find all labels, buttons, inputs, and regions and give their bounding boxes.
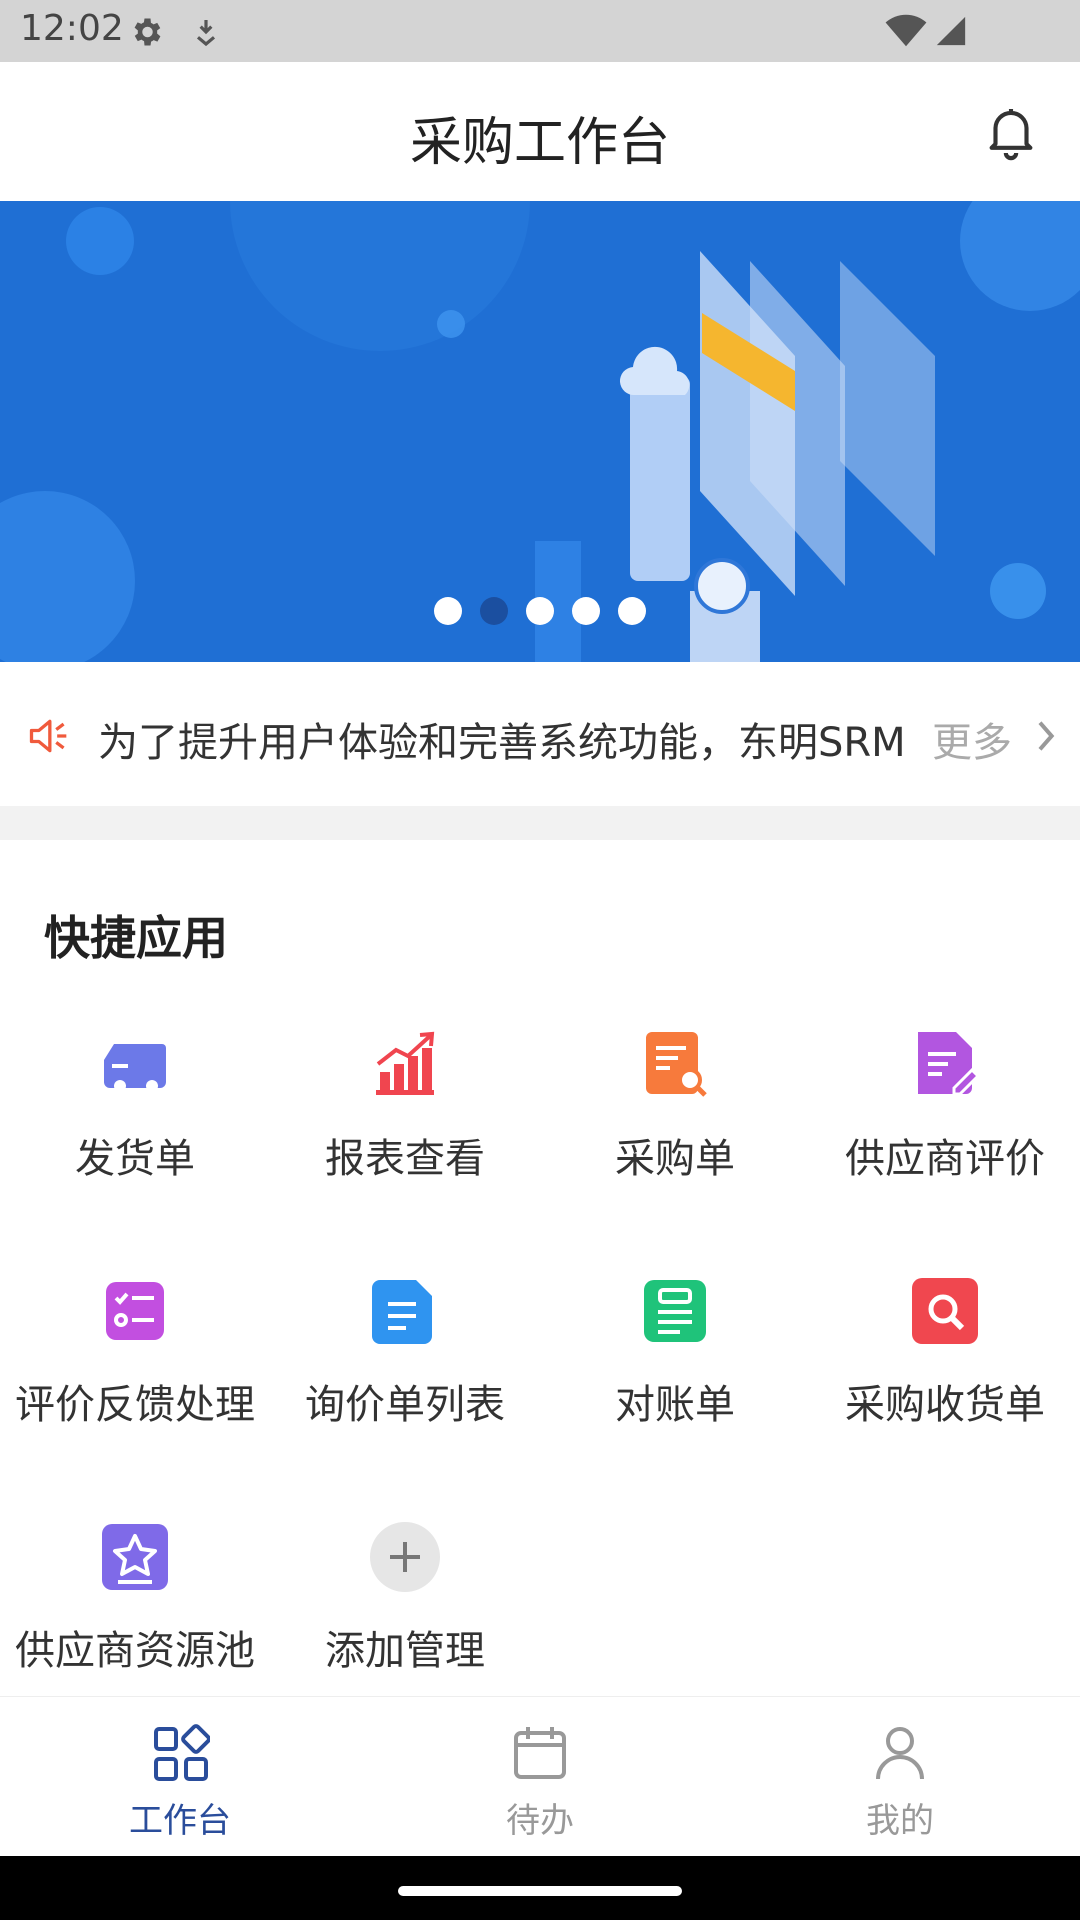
document-search-icon [646,1032,707,1097]
carousel-dot[interactable] [572,597,600,625]
cellular-signal-icon [936,16,966,46]
search-icon [912,1278,978,1344]
truck-icon [104,1044,166,1092]
star-badge-icon [102,1524,168,1590]
download-status-icon [196,20,216,47]
app-tile-label: 添加管理 [325,1628,485,1674]
calendar-icon [514,1727,566,1779]
app-tile-label: 采购单 [615,1136,735,1182]
app-tile-label: 评价反馈处理 [15,1382,255,1428]
status-bar: 12:02 [0,0,1080,62]
app-tile-statement[interactable]: 对账单 [540,1276,810,1456]
tab-todo[interactable]: 待办 [360,1697,720,1857]
app-tile-supplier-pool[interactable]: 供应商资源池 [0,1522,270,1702]
section-title: 快捷应用 [44,911,228,965]
app-tile-label: 报表查看 [325,1136,485,1182]
speaker-icon [29,719,67,753]
app-tile-feedback-handling[interactable]: 评价反馈处理 [0,1276,270,1456]
chevron-right-icon[interactable] [1030,716,1060,756]
app-tile-reports[interactable]: 报表查看 [270,1030,540,1210]
notice-bar[interactable]: 为了提升用户体验和完善系统功能，东明SRM 更多 [0,662,1080,806]
home-gesture-handle[interactable] [398,1886,682,1896]
app-header: 采购工作台 [0,62,1080,201]
receipt-icon [644,1280,706,1342]
app-tile-purchase-receipt[interactable]: 采购收货单 [810,1276,1080,1456]
app-tile-supplier-evaluation[interactable]: 供应商评价 [810,1030,1080,1210]
bell-icon[interactable] [980,100,1042,162]
quick-apps-section: 快捷应用 发货单 报表查看 采购单 供应商评价 评价反馈处理 询价单列表 对账单… [0,840,1080,1696]
bar-chart-icon [376,1031,435,1095]
notice-text[interactable]: 为了提升用户体验和完善系统功能，东明SRM [98,710,908,768]
app-tile-purchase-order[interactable]: 采购单 [540,1030,810,1210]
carousel-dots[interactable] [0,597,1080,629]
plus-icon [370,1522,440,1592]
checklist-icon [106,1282,164,1340]
app-tile-label: 供应商评价 [845,1136,1045,1182]
tab-label: 工作台 [129,1801,231,1841]
carousel-dot[interactable] [434,597,462,625]
page-title: 采购工作台 [409,113,670,173]
settings-gear-icon [134,18,161,46]
carousel-dot[interactable] [526,597,554,625]
status-time: 12:02 [20,8,124,49]
tab-workbench[interactable]: 工作台 [0,1697,360,1857]
wifi-icon [885,14,927,47]
app-tile-label: 采购收货单 [845,1382,1045,1428]
bottom-tab-bar: 工作台 待办 我的 [0,1696,1080,1856]
tab-label: 待办 [506,1801,574,1841]
file-list-icon [372,1280,432,1344]
app-tile-label: 发货单 [75,1136,195,1182]
tab-label: 我的 [866,1801,934,1841]
user-icon [876,1727,924,1780]
document-edit-icon [918,1032,980,1096]
app-tile-inquiry-list[interactable]: 询价单列表 [270,1276,540,1456]
carousel-dot[interactable] [618,597,646,625]
app-tile-label: 对账单 [615,1382,735,1428]
app-tile-delivery-order[interactable]: 发货单 [0,1030,270,1210]
carousel-dot-active[interactable] [480,597,508,625]
notice-more-link[interactable]: 更多 [932,710,1012,768]
tab-mine[interactable]: 我的 [720,1697,1080,1857]
app-tile-label: 供应商资源池 [15,1628,255,1674]
banner-illustration [0,201,1080,662]
banner-carousel[interactable] [0,201,1080,662]
workbench-icon [154,1724,210,1781]
system-nav-bar [0,1856,1080,1920]
app-tile-add-management[interactable]: 添加管理 [270,1522,540,1702]
app-tile-label: 询价单列表 [305,1382,505,1428]
